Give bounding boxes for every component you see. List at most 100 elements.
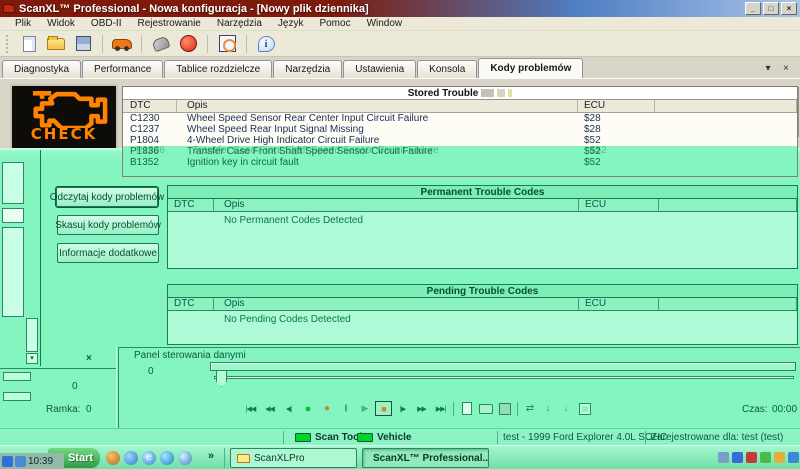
- tab-tablice-rozdzielcze[interactable]: Tablice rozdzielcze: [164, 60, 272, 78]
- quick-launch-icon[interactable]: [106, 451, 120, 465]
- tab-scroll-dropdown-icon[interactable]: ▾: [761, 63, 775, 74]
- status-divider: [645, 431, 646, 444]
- disconnect-button[interactable]: [177, 34, 199, 54]
- column-header-dtc[interactable]: DTC: [168, 199, 214, 211]
- column-header-ecu[interactable]: ECU: [579, 298, 659, 310]
- column-header-ecu[interactable]: ECU: [578, 100, 655, 112]
- stored-codes-header: DTC Opis ECU: [123, 100, 797, 113]
- marker-button[interactable]: ●: [318, 401, 335, 416]
- dashboard-icon: [219, 35, 236, 52]
- save-log-icon: [499, 403, 511, 415]
- tab-kody-problemow[interactable]: Kody problemów: [478, 58, 583, 78]
- panel-border: [116, 347, 117, 430]
- menu-widok[interactable]: Widok: [39, 18, 83, 29]
- clear-codes-button[interactable]: Skasuj kody problemów: [57, 215, 159, 235]
- table-row[interactable]: B1352 Ignition key in circuit fault $52: [123, 157, 797, 168]
- column-header-opis[interactable]: Opis: [214, 199, 579, 211]
- new-log-button[interactable]: [458, 401, 475, 416]
- column-header-blank[interactable]: [659, 298, 797, 310]
- menu-plik[interactable]: Plik: [7, 18, 39, 29]
- scroll-down-button[interactable]: ▾: [26, 353, 38, 364]
- tab-diagnostyka[interactable]: Diagnostyka: [2, 60, 81, 78]
- skip-to-start-button[interactable]: |◀◀: [242, 401, 259, 416]
- frame-view-button[interactable]: [576, 401, 593, 416]
- internet-explorer-icon[interactable]: e: [142, 451, 156, 465]
- open-log-button[interactable]: [477, 401, 494, 416]
- rewind-button[interactable]: ◀◀: [261, 401, 278, 416]
- info-button[interactable]: i: [255, 34, 277, 54]
- connect-button[interactable]: [150, 34, 172, 54]
- position-slider-rail[interactable]: [214, 376, 794, 379]
- skip-to-end-button[interactable]: ▶▶|: [432, 401, 449, 416]
- column-header-blank[interactable]: [655, 100, 797, 112]
- check-engine-icon: [18, 86, 110, 128]
- toolbar-grip[interactable]: [6, 35, 9, 53]
- position-slider-track[interactable]: [210, 362, 796, 371]
- tab-konsola[interactable]: Konsola: [417, 60, 477, 78]
- taskbar-task-scanxl-professional[interactable]: ScanXL™ Professional...: [362, 448, 489, 468]
- scan-tool-label: Scan Tool: [315, 432, 362, 443]
- record-button[interactable]: ●: [299, 401, 316, 416]
- quick-launch-chevron[interactable]: »: [208, 450, 214, 462]
- menu-rejestrowanie[interactable]: Rejestrowanie: [129, 18, 208, 29]
- quick-launch-icon[interactable]: [124, 451, 138, 465]
- minimize-button[interactable]: _: [745, 2, 761, 15]
- open-file-button[interactable]: [45, 34, 67, 54]
- close-button[interactable]: ×: [781, 2, 797, 15]
- column-header-ecu[interactable]: ECU: [579, 199, 659, 211]
- column-header-dtc[interactable]: DTC: [123, 100, 177, 112]
- restore-button[interactable]: □: [763, 2, 779, 15]
- menu-obd-ii[interactable]: OBD-II: [83, 18, 130, 29]
- frame-value: 0: [86, 404, 92, 415]
- tab-close-icon[interactable]: ×: [779, 63, 793, 74]
- fast-forward-button[interactable]: ▶▶: [413, 401, 430, 416]
- step-back-button[interactable]: ◀|: [280, 401, 297, 416]
- vehicle-button[interactable]: [111, 34, 133, 54]
- toolbar: i: [0, 31, 800, 57]
- play-button[interactable]: ▶: [356, 401, 373, 416]
- download-button[interactable]: ↓: [540, 403, 556, 414]
- menu-pomoc[interactable]: Pomoc: [311, 18, 358, 29]
- table-row[interactable]: C1237 Wheel Speed Rear Input Signal Miss…: [123, 124, 797, 135]
- column-header-blank[interactable]: [659, 199, 797, 211]
- column-header-dtc[interactable]: DTC: [168, 298, 214, 310]
- tray-network-icon[interactable]: [746, 452, 757, 463]
- import-button[interactable]: ↓: [558, 403, 574, 414]
- tray-icon[interactable]: [788, 452, 799, 463]
- column-header-opis[interactable]: Opis: [177, 100, 578, 112]
- table-row[interactable]: P1804 4-Wheel Drive High Indicator Circu…: [123, 135, 797, 146]
- tray-icon: [15, 456, 26, 467]
- tray-icon[interactable]: [732, 452, 743, 463]
- new-file-button[interactable]: [18, 34, 40, 54]
- tab-performance[interactable]: Performance: [82, 60, 163, 78]
- tray-volume-icon[interactable]: [774, 452, 785, 463]
- vehicle-info: test - 1999 Ford Explorer 4.0L SOHC: [503, 432, 667, 443]
- pause-button[interactable]: ||: [337, 401, 354, 416]
- taskbar-task-scanxlpro[interactable]: ScanXLPro: [230, 448, 357, 468]
- save-log-button[interactable]: [496, 401, 513, 416]
- menu-window[interactable]: Window: [359, 18, 411, 29]
- tray-icon[interactable]: [718, 452, 729, 463]
- tab-ustawienia[interactable]: Ustawienia: [343, 60, 416, 78]
- menu-jezyk[interactable]: Język: [270, 18, 312, 29]
- quick-launch-icon[interactable]: [160, 451, 174, 465]
- column-header-opis[interactable]: Opis: [214, 298, 579, 310]
- read-codes-button[interactable]: Odczytaj kody problemów: [56, 187, 158, 207]
- dashboard-button[interactable]: [216, 34, 238, 54]
- pending-codes-empty-message: No Pending Codes Detected: [168, 311, 797, 325]
- toolbar-separator: [102, 35, 103, 53]
- table-row[interactable]: P1836 Transfer Case Front Shaft Speed Se…: [123, 146, 797, 157]
- media-player-icon[interactable]: [178, 451, 192, 465]
- menu-narzedzia[interactable]: Narzędzia: [209, 18, 270, 29]
- tab-narzedzia[interactable]: Narzędzia: [273, 60, 342, 78]
- save-button[interactable]: [72, 34, 94, 54]
- stop-button[interactable]: ■: [375, 401, 392, 416]
- panel-border: [40, 150, 41, 366]
- export-button[interactable]: ⇄: [522, 403, 538, 414]
- fragment-close-icon[interactable]: ×: [86, 353, 92, 364]
- table-row[interactable]: C1230 Wheel Speed Sensor Rear Center Inp…: [123, 113, 797, 124]
- tab-strip: Diagnostyka Performance Tablice rozdziel…: [0, 57, 800, 78]
- tray-icon[interactable]: [760, 452, 771, 463]
- additional-info-button[interactable]: Informacje dodatkowe: [57, 243, 159, 263]
- step-forward-button[interactable]: |▶: [394, 401, 411, 416]
